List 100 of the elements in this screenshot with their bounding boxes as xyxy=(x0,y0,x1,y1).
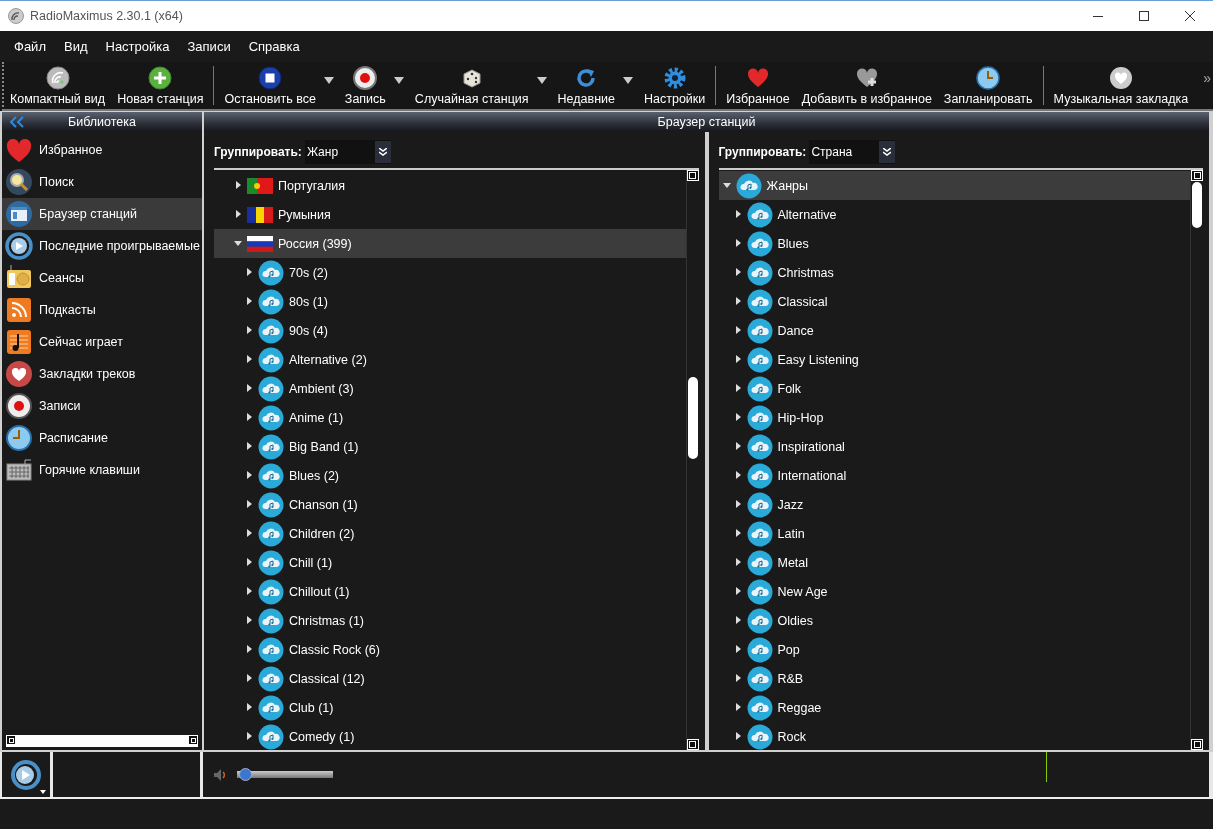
expand-arrow-icon[interactable] xyxy=(245,674,253,683)
tree-row[interactable]: Жанры xyxy=(718,171,1190,200)
tree-row[interactable]: Christmas (1) xyxy=(214,606,686,635)
expand-arrow-icon[interactable] xyxy=(733,210,742,219)
tree-row[interactable]: Classical xyxy=(718,287,1190,316)
toolbar-button[interactable]: Музыкальная закладка xyxy=(1047,62,1195,109)
sidebar-item[interactable]: Сеансы xyxy=(2,262,202,294)
tree-row[interactable]: Alternative xyxy=(718,200,1190,229)
expand-arrow-icon[interactable] xyxy=(733,616,742,625)
expand-arrow-icon[interactable] xyxy=(733,500,742,509)
sidebar-item[interactable]: Закладки треков xyxy=(2,358,202,390)
tree-row[interactable]: Chill (1) xyxy=(214,548,686,577)
expand-arrow-icon[interactable] xyxy=(733,703,742,712)
tree-row[interactable]: Румыния xyxy=(214,200,686,229)
expand-arrow-icon[interactable] xyxy=(245,500,253,509)
tree-row[interactable]: Chillout (1) xyxy=(214,577,686,606)
expand-arrow-icon[interactable] xyxy=(733,384,742,393)
tree-row[interactable]: Latin xyxy=(718,519,1190,548)
toolbar-button[interactable]: Недавние xyxy=(551,62,621,109)
group-by-dropdown[interactable]: Страна xyxy=(809,140,896,164)
sidebar-item[interactable]: Горячие клавиши xyxy=(2,454,202,486)
collapse-arrow-icon[interactable] xyxy=(722,181,731,190)
tree-row[interactable]: R&B xyxy=(718,664,1190,693)
scrollbar[interactable] xyxy=(1190,170,1203,750)
toolbar-button[interactable]: Запланировать xyxy=(937,62,1039,109)
tree-row[interactable]: Comedy (1) xyxy=(214,722,686,750)
expand-arrow-icon[interactable] xyxy=(733,732,742,741)
tree-row[interactable]: Christmas xyxy=(718,258,1190,287)
sidebar-item[interactable]: Избранное xyxy=(2,134,202,166)
tree-row[interactable]: Classical (12) xyxy=(214,664,686,693)
expand-arrow-icon[interactable] xyxy=(234,181,242,190)
tree-row[interactable]: Folk xyxy=(718,374,1190,403)
expand-arrow-icon[interactable] xyxy=(245,413,253,422)
tree-row[interactable]: 70s (2) xyxy=(214,258,686,287)
toolbar-button[interactable]: Запись xyxy=(338,62,392,109)
expand-arrow-icon[interactable] xyxy=(245,442,253,451)
tree-row[interactable]: Blues xyxy=(718,229,1190,258)
expand-arrow-icon[interactable] xyxy=(234,210,242,219)
tree-row[interactable]: Португалия xyxy=(214,171,686,200)
tree-row[interactable]: Pop xyxy=(718,635,1190,664)
tree-row[interactable]: Classic Rock (6) xyxy=(214,635,686,664)
expand-arrow-icon[interactable] xyxy=(245,355,253,364)
expand-arrow-icon[interactable] xyxy=(245,616,253,625)
volume-slider[interactable] xyxy=(237,768,333,781)
expand-arrow-icon[interactable] xyxy=(733,413,742,422)
tree-row[interactable]: 80s (1) xyxy=(214,287,686,316)
sidebar-item[interactable]: Поиск xyxy=(2,166,202,198)
tree-row[interactable]: Oldies xyxy=(718,606,1190,635)
tree-row[interactable]: Reggae xyxy=(718,693,1190,722)
expand-arrow-icon[interactable] xyxy=(733,268,742,277)
group-by-dropdown[interactable]: Жанр xyxy=(304,140,391,164)
menu-item[interactable]: Справка xyxy=(241,35,307,58)
tree-row[interactable]: Jazz xyxy=(718,490,1190,519)
toolbar-button[interactable]: Случайная станция xyxy=(408,62,535,109)
tree-row[interactable]: New Age xyxy=(718,577,1190,606)
tree-row[interactable]: Big Band (1) xyxy=(214,432,686,461)
expand-arrow-icon[interactable] xyxy=(245,587,253,596)
expand-arrow-icon[interactable] xyxy=(245,732,253,741)
tree-row[interactable]: Blues (2) xyxy=(214,461,686,490)
expand-arrow-icon[interactable] xyxy=(733,674,742,683)
expand-arrow-icon[interactable] xyxy=(245,703,253,712)
tree-row[interactable]: 90s (4) xyxy=(214,316,686,345)
scrollbar[interactable] xyxy=(685,170,699,750)
expand-arrow-icon[interactable] xyxy=(245,529,253,538)
expand-arrow-icon[interactable] xyxy=(733,471,742,480)
expand-arrow-icon[interactable] xyxy=(245,268,253,277)
expand-arrow-icon[interactable] xyxy=(245,297,253,306)
tree-row[interactable]: Ambient (3) xyxy=(214,374,686,403)
play-button[interactable] xyxy=(2,752,50,797)
overflow-button[interactable]: » xyxy=(1201,70,1213,86)
tree-row[interactable]: Rock xyxy=(718,722,1190,750)
expand-arrow-icon[interactable] xyxy=(733,239,742,248)
expand-arrow-icon[interactable] xyxy=(733,326,742,335)
menu-item[interactable]: Файл xyxy=(7,35,53,58)
expand-arrow-icon[interactable] xyxy=(733,355,742,364)
toolbar-button[interactable]: Остановить все xyxy=(218,62,322,109)
sidebar-item[interactable]: Расписание xyxy=(2,422,202,454)
tree-row[interactable]: Dance xyxy=(718,316,1190,345)
toolbar-button[interactable]: Новая станция xyxy=(111,62,210,109)
expand-arrow-icon[interactable] xyxy=(245,384,253,393)
tree-row[interactable]: Anime (1) xyxy=(214,403,686,432)
sidebar-item[interactable]: Последние проигрываемые xyxy=(2,230,202,262)
expand-arrow-icon[interactable] xyxy=(733,645,742,654)
sidebar-item[interactable]: Подкасты xyxy=(2,294,202,326)
sidebar-item[interactable]: Сейчас играет xyxy=(2,326,202,358)
sidebar-item[interactable]: Браузер станций xyxy=(2,198,202,230)
menu-item[interactable]: Записи xyxy=(180,35,238,58)
expand-arrow-icon[interactable] xyxy=(245,326,253,335)
sidebar-item[interactable]: Записи xyxy=(2,390,202,422)
tree-row[interactable]: Easy Listening xyxy=(718,345,1190,374)
tree-row[interactable]: Hip-Hop xyxy=(718,403,1190,432)
menu-item[interactable]: Вид xyxy=(56,35,95,58)
expand-arrow-icon[interactable] xyxy=(245,471,253,480)
toolbar-button[interactable]: Компактный вид xyxy=(4,62,112,109)
expand-arrow-icon[interactable] xyxy=(733,558,742,567)
tree-row[interactable]: Children (2) xyxy=(214,519,686,548)
toolbar-button[interactable]: Добавить в избранное xyxy=(795,62,938,109)
expand-arrow-icon[interactable] xyxy=(245,558,253,567)
tree-row[interactable]: Alternative (2) xyxy=(214,345,686,374)
double-chevron-left-icon[interactable] xyxy=(10,116,24,128)
